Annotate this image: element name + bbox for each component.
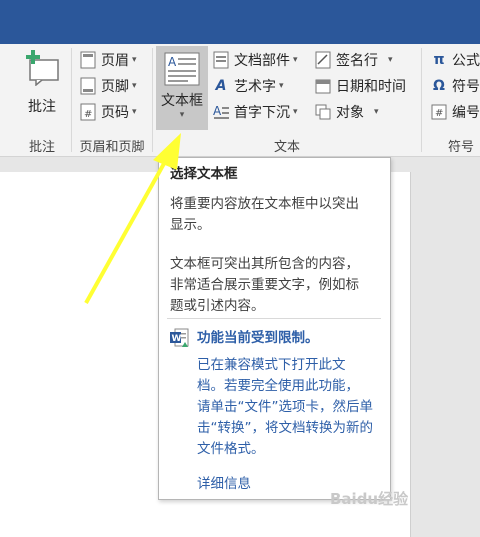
chevron-down-icon: ▾	[132, 81, 137, 91]
symbol-label: 符号	[452, 79, 480, 95]
page-number-label: 页码	[101, 105, 129, 121]
separator	[421, 48, 422, 152]
drop-cap-label: 首字下沉	[234, 105, 290, 121]
chevron-down-icon: ▾	[293, 55, 298, 65]
drop-cap-icon: A	[212, 103, 230, 121]
svg-text:#: #	[435, 108, 443, 119]
number-button[interactable]: # 编号	[430, 102, 480, 122]
symbol-button[interactable]: Ω 符号	[430, 76, 480, 96]
page-number-button[interactable]: # 页码 ▾	[79, 102, 137, 122]
group-label-comments: 批注	[28, 140, 55, 155]
footer-label: 页脚	[101, 79, 129, 95]
chevron-down-icon: ▾	[179, 110, 185, 120]
insert-ribbon: 批注 批注 页眉 ▾ 页脚 ▾ # 页码 ▾ 页眉和页脚 A 文本框 ▾ 文档部…	[0, 44, 480, 157]
comment-label: 批注	[28, 99, 56, 115]
separator	[152, 48, 153, 152]
textbox-label: 文本框	[161, 93, 203, 109]
comment-icon	[26, 50, 59, 86]
header-label: 页眉	[101, 53, 129, 69]
number-icon: #	[430, 103, 448, 121]
signature-line-label: 签名行	[336, 53, 378, 69]
header-icon	[79, 51, 97, 69]
chevron-down-icon: ▾	[293, 107, 298, 117]
chevron-down-icon: ▾	[132, 55, 137, 65]
object-button[interactable]: 对象 ▾	[314, 102, 379, 122]
date-time-button[interactable]: 日期和时间	[314, 76, 406, 96]
divider	[167, 318, 381, 319]
signature-line-button[interactable]: 签名行 ▾	[314, 50, 393, 70]
equation-label: 公式	[452, 53, 480, 69]
group-label-symbols: 符号	[447, 140, 474, 155]
svg-text:W: W	[172, 334, 182, 344]
footer-button[interactable]: 页脚 ▾	[79, 76, 137, 96]
warning-title: 功能当前受到限制。	[197, 330, 319, 346]
comment-button[interactable]: 批注	[14, 50, 70, 130]
page-number-icon: #	[79, 103, 97, 121]
wordart-button[interactable]: A 艺术字 ▾	[212, 76, 284, 96]
word-document-icon: W	[170, 328, 189, 347]
wordart-icon: A	[215, 78, 227, 94]
watermark: Baidu经验	[330, 490, 409, 508]
textbox-icon: A	[164, 52, 200, 86]
svg-text:A: A	[168, 55, 177, 69]
group-label-header-footer: 页眉和页脚	[79, 140, 145, 155]
warning-text: 已在兼容模式下打开此文 档。若要完全使用此功能， 请单击“文件”选项卡，然后单 …	[197, 357, 373, 457]
quick-parts-button[interactable]: 文档部件 ▾	[212, 50, 298, 70]
group-label-text: 文本	[273, 140, 300, 155]
textbox-tooltip: 选择文本框 将重要内容放在文本框中以突出 显示。 文本框可突出其所包含的内容， …	[158, 157, 391, 500]
svg-text:#: #	[84, 109, 92, 120]
wordart-label: 艺术字	[234, 79, 276, 95]
object-label: 对象	[336, 105, 364, 121]
drop-cap-button[interactable]: A 首字下沉 ▾	[212, 102, 298, 122]
pi-icon: π	[433, 52, 445, 68]
chevron-down-icon: ▾	[374, 107, 379, 117]
footer-icon	[79, 77, 97, 95]
number-label: 编号	[452, 105, 480, 121]
equation-button[interactable]: π 公式	[430, 50, 480, 70]
date-time-label: 日期和时间	[336, 79, 406, 95]
signature-icon	[314, 51, 332, 69]
tooltip-description-2: 文本框可突出其所包含的内容， 非常适合展示重要文字，例如标 题或引述内容。	[170, 256, 359, 314]
chevron-down-icon: ▾	[279, 81, 284, 91]
tooltip-title: 选择文本框	[170, 166, 238, 182]
chevron-down-icon: ▾	[388, 55, 393, 65]
header-button[interactable]: 页眉 ▾	[79, 50, 137, 70]
omega-icon: Ω	[433, 78, 445, 94]
textbox-button[interactable]: A 文本框 ▾	[156, 46, 208, 130]
calendar-icon	[314, 77, 332, 95]
quick-parts-label: 文档部件	[234, 53, 290, 69]
object-icon	[314, 103, 332, 121]
svg-text:A: A	[213, 104, 222, 118]
more-info-link[interactable]: 详细信息	[197, 474, 251, 495]
chevron-down-icon: ▾	[132, 107, 137, 117]
title-bar	[0, 0, 480, 44]
tooltip-description-1: 将重要内容放在文本框中以突出 显示。	[170, 196, 359, 233]
quick-parts-icon	[212, 51, 230, 69]
